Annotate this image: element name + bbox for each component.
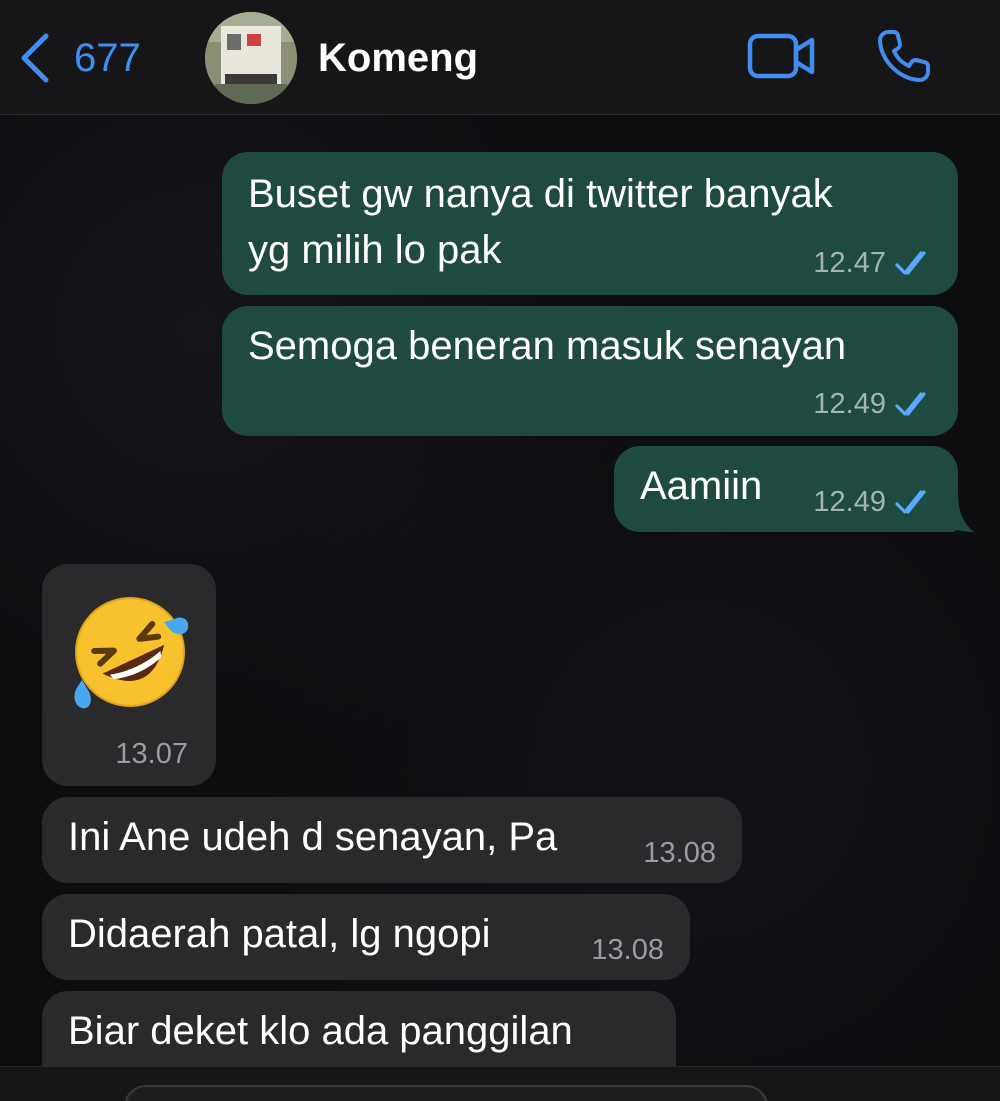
avatar[interactable] xyxy=(205,12,297,104)
message-bubble-outgoing[interactable]: Buset gw nanya di twitter banyak yg mili… xyxy=(222,152,958,295)
message-meta: 12.47 xyxy=(813,247,934,279)
message-meta: 13.08 xyxy=(591,934,664,966)
composer-bar xyxy=(0,1066,1000,1101)
chat-header: 677 Komeng xyxy=(0,0,1000,115)
message-meta: 13.07 xyxy=(115,738,188,770)
double-check-icon xyxy=(895,251,926,275)
message-text: Buset gw nanya di twitter banyak yg mili… xyxy=(248,172,833,272)
message-time: 13.07 xyxy=(115,738,188,770)
video-camera-icon[interactable] xyxy=(746,26,818,86)
message-time: 12.47 xyxy=(813,247,886,279)
message-time: 13.08 xyxy=(591,934,664,966)
bubble-tail xyxy=(940,494,974,532)
message-bubble-incoming[interactable]: Ini Ane udeh d senayan, Pa 13.08 xyxy=(42,797,742,883)
message-text: Ini Ane udeh d senayan, Pa xyxy=(68,815,558,859)
message-time: 12.49 xyxy=(813,388,886,420)
unread-count: 677 xyxy=(74,35,141,80)
rolling-laughing-emoji-icon xyxy=(74,597,189,709)
phone-icon[interactable] xyxy=(874,26,934,86)
message-bubble-incoming[interactable]: 13.07 xyxy=(42,564,216,786)
message-text: Didaerah patal, lg ngopi xyxy=(68,912,491,956)
chat-screen: 677 Komeng Buset gw nanya di twitter ban… xyxy=(0,0,1000,1101)
message-bubble-outgoing[interactable]: Aamiin 12.49 xyxy=(614,446,958,532)
message-text: Semoga beneran masuk senayan xyxy=(248,324,847,368)
message-time: 13.08 xyxy=(643,837,716,869)
message-input[interactable] xyxy=(124,1085,768,1101)
back-button[interactable]: 677 xyxy=(18,30,141,86)
message-meta: 12.49 xyxy=(813,388,934,420)
message-meta: 13.08 xyxy=(643,837,716,869)
message-meta: 12.49 xyxy=(813,486,934,518)
message-time: 12.49 xyxy=(813,486,886,518)
message-text: Biar deket klo ada panggilan xyxy=(68,1009,573,1053)
message-bubble-incoming[interactable]: Didaerah patal, lg ngopi 13.08 xyxy=(42,894,690,980)
double-check-icon xyxy=(895,490,926,514)
message-text: Aamiin xyxy=(640,464,763,508)
contact-name[interactable]: Komeng xyxy=(318,36,478,81)
chevron-left-icon xyxy=(21,33,49,83)
message-bubble-outgoing[interactable]: Semoga beneran masuk senayan 12.49 xyxy=(222,306,958,436)
double-check-icon xyxy=(895,392,926,416)
